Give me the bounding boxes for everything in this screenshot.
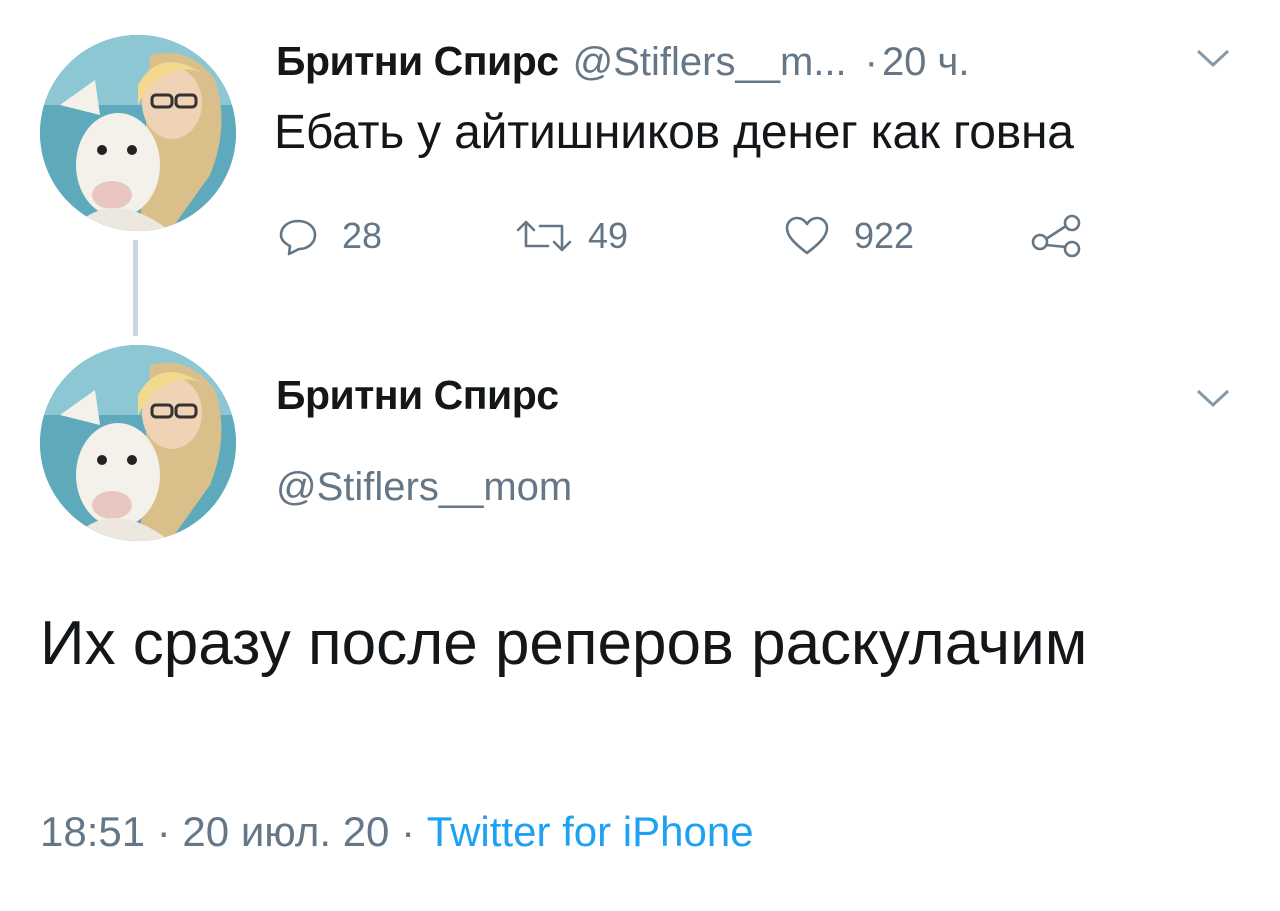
reply-button[interactable]: 28 bbox=[278, 206, 382, 266]
tweet-actions: 28 49 922 bbox=[274, 206, 1104, 266]
tweet-timestamp[interactable]: 18:51 · 20 июл. 20 · bbox=[40, 808, 427, 855]
avatar-image bbox=[40, 35, 236, 231]
thread-line bbox=[133, 240, 138, 336]
like-count: 922 bbox=[854, 215, 915, 256]
reply-icon bbox=[279, 219, 317, 256]
chevron-down-icon[interactable] bbox=[1196, 388, 1230, 408]
retweet-icon bbox=[516, 220, 572, 252]
avatar[interactable] bbox=[40, 35, 236, 231]
retweet-count: 49 bbox=[588, 215, 629, 256]
tweet-text: Их сразу после реперов раскулачим bbox=[40, 609, 1088, 678]
tweet-header: Бритни Спирс @Stiflers__m... · 20 ч. bbox=[276, 38, 970, 98]
retweet-button[interactable]: 49 bbox=[514, 206, 628, 266]
avatar[interactable] bbox=[40, 345, 236, 541]
tweet-time[interactable]: 20 ч. bbox=[882, 40, 970, 85]
reply-count: 28 bbox=[342, 215, 383, 256]
author-handle[interactable]: @Stiflers__mom bbox=[276, 465, 572, 510]
avatar-image bbox=[40, 345, 236, 541]
like-button[interactable]: 922 bbox=[784, 206, 914, 266]
tweet-text: Ебать у айтишников денег как говна bbox=[274, 106, 1074, 159]
separator-dot: · bbox=[864, 40, 878, 84]
author-handle[interactable]: @Stiflers__m... bbox=[573, 40, 847, 85]
author-name[interactable]: Бритни Спирс bbox=[276, 372, 559, 419]
chevron-down-icon[interactable] bbox=[1196, 48, 1230, 68]
share-button[interactable] bbox=[1030, 206, 1082, 266]
share-icon bbox=[1031, 214, 1081, 258]
tweet-source-link[interactable]: Twitter for iPhone bbox=[427, 808, 754, 855]
tweet-meta: 18:51 · 20 июл. 20 · Twitter for iPhone bbox=[40, 808, 754, 856]
author-name[interactable]: Бритни Спирс bbox=[276, 38, 559, 85]
like-icon bbox=[785, 216, 829, 255]
